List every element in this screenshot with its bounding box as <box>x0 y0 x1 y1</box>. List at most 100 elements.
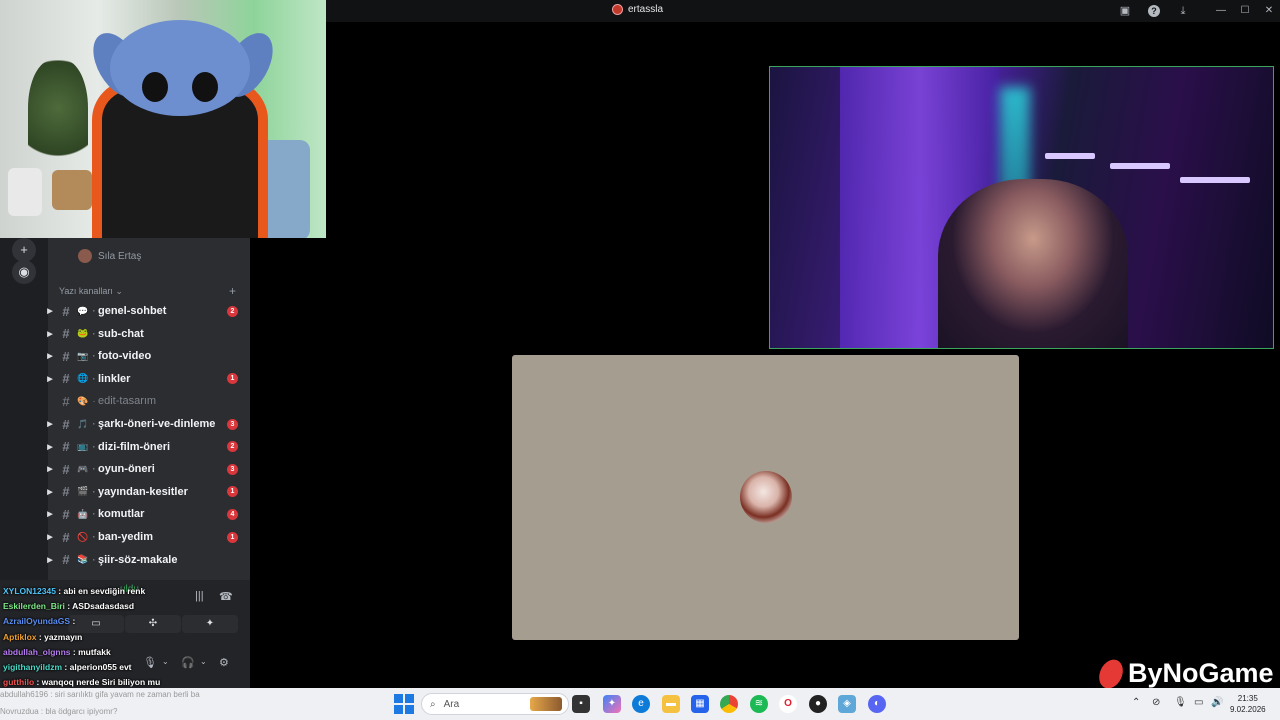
sidebar-channel[interactable]: ▶ # 📺 · dizi-film-öneri 2 <box>44 437 244 457</box>
separator: · <box>92 373 96 384</box>
separator: : <box>62 662 70 672</box>
noise-suppression-icon[interactable]: ||| <box>195 590 204 602</box>
separator: · <box>92 396 96 407</box>
activity-button[interactable]: ✣ <box>125 615 181 633</box>
sidebar-channel[interactable]: ▶ # 🎬 · yayından-kesitler 1 <box>44 482 244 502</box>
chat-text: alperion055 evt <box>69 662 132 672</box>
channel-emoji-icon: 📷 <box>77 350 89 361</box>
participant-video-tile[interactable] <box>769 66 1274 349</box>
unread-badge: 1 <box>227 531 238 543</box>
microphone-icon[interactable]: 🎙 <box>143 656 157 669</box>
channel-name: edit-tasarım <box>98 395 157 408</box>
chrome-icon[interactable] <box>720 695 738 713</box>
expand-arrow-icon[interactable]: ▶ <box>44 352 56 360</box>
file-explorer-icon[interactable]: ▬ <box>662 695 680 713</box>
sidebar-channel[interactable]: # 🎨 · edit-tasarım <box>44 391 244 411</box>
volume-icon[interactable]: 🔊 <box>1211 697 1223 708</box>
discover-icon[interactable]: ◉ <box>12 260 36 284</box>
download-icon[interactable]: ⤓ <box>1175 3 1191 19</box>
display-icon[interactable]: ▭ <box>1194 697 1203 708</box>
camera-button[interactable]: ▭ <box>68 615 124 633</box>
chat-username: XYLON12345 <box>3 586 56 596</box>
channel-name: şiir-söz-makale <box>98 553 178 566</box>
channel-emoji-icon: 🐸 <box>77 328 89 339</box>
expand-arrow-icon[interactable]: ▶ <box>44 488 56 496</box>
headphones-icon[interactable]: 🎧 <box>181 656 195 669</box>
sidebar-channel[interactable]: ▶ # 🤖 · komutlar 4 <box>44 504 244 524</box>
microphone-tray-icon[interactable]: 🎙 <box>1174 697 1187 708</box>
chevron-up-icon[interactable]: ⌃ <box>1132 697 1140 708</box>
sidebar-channel[interactable]: ▶ # 💬 · genel-sohbet 2 <box>44 301 244 321</box>
sidebar-channel[interactable]: ▶ # 📚 · şiir-söz-makale <box>44 550 244 570</box>
channel-name: yayından-kesitler <box>98 485 188 498</box>
app-icon[interactable]: ◈ <box>838 695 856 713</box>
server-list: + ◉ <box>0 238 48 588</box>
discord-icon[interactable]: ◐ <box>868 695 886 713</box>
expand-arrow-icon[interactable]: ▶ <box>44 307 56 315</box>
category-header[interactable]: Yazı kanalları ⌄ <box>59 286 123 297</box>
search-icon: ⌕ <box>430 698 436 710</box>
add-server-icon[interactable]: + <box>12 238 36 262</box>
edge-icon[interactable]: e <box>632 695 650 713</box>
soundboard-button[interactable]: ✦ <box>182 615 238 633</box>
expand-arrow-icon[interactable]: ▶ <box>44 443 56 451</box>
minimize-button[interactable]: — <box>1211 2 1231 20</box>
close-button[interactable]: ✕ <box>1259 2 1279 20</box>
plush-toy <box>110 20 250 116</box>
separator: : <box>70 646 79 657</box>
expand-arrow-icon[interactable]: ▶ <box>44 556 56 564</box>
task-view-icon[interactable]: ▪ <box>572 695 590 713</box>
channel-emoji-icon: 🎮 <box>77 463 89 474</box>
chevron-down-icon[interactable]: ⌄ <box>200 657 207 666</box>
expand-arrow-icon[interactable]: ▶ <box>44 533 56 541</box>
channel-name: foto-video <box>98 350 152 363</box>
avatar <box>78 249 92 263</box>
separator: · <box>92 351 96 362</box>
gear-icon[interactable]: ⚙ <box>219 656 229 669</box>
channel-emoji-icon: 🚫 <box>77 531 89 542</box>
opera-icon[interactable]: O <box>779 695 797 713</box>
network-icon[interactable]: ⊘ <box>1152 697 1160 708</box>
chat-username: AzrailOyundaGS <box>3 616 71 627</box>
chevron-down-icon[interactable]: ⌄ <box>162 657 169 666</box>
chat-message: XYLON12345 : abi en sevdiğin renk <box>3 586 145 596</box>
sidebar-channel[interactable]: ▶ # 🎵 · şarkı-öneri-ve-dinleme 3 <box>44 414 244 434</box>
expand-arrow-icon[interactable]: ▶ <box>44 510 56 518</box>
disconnect-icon[interactable]: ☎ <box>219 590 233 603</box>
sidebar-channel[interactable]: ▶ # 🐸 · sub-chat <box>44 324 244 344</box>
create-channel-icon[interactable]: + <box>229 284 236 298</box>
chat-username: Aptiklox <box>3 631 37 642</box>
start-button[interactable] <box>394 694 414 714</box>
maximize-button[interactable]: ☐ <box>1235 2 1255 20</box>
separator: · <box>92 554 96 565</box>
hash-icon: # <box>62 326 70 342</box>
copilot-icon[interactable]: ✦ <box>603 695 621 713</box>
chat-username: gutthilo <box>3 677 35 688</box>
store-icon[interactable]: ▦ <box>691 695 709 713</box>
expand-arrow-icon[interactable]: ▶ <box>44 375 56 383</box>
screen-share-icon[interactable]: ▣ <box>1117 3 1133 19</box>
voice-user-row[interactable]: Sıla Ertaş <box>78 249 141 263</box>
help-icon[interactable]: ? <box>1148 5 1160 17</box>
hash-icon: # <box>62 348 70 364</box>
channel-name: komutlar <box>98 508 145 521</box>
expand-arrow-icon[interactable]: ▶ <box>44 330 56 338</box>
sidebar-channel[interactable]: ▶ # 📷 · foto-video <box>44 346 244 366</box>
hash-icon: # <box>62 416 70 432</box>
chat-overflow-line-2: Novruzdua : bla ödgarcı ipiyomr? <box>0 707 118 716</box>
obs-icon[interactable]: ● <box>809 695 827 713</box>
expand-arrow-icon[interactable]: ▶ <box>44 420 56 428</box>
sidebar-channel[interactable]: ▶ # 🌐 · linkler 1 <box>44 369 244 389</box>
system-clock[interactable]: 21:35 9.02.2026 <box>1230 693 1266 715</box>
sidebar-channel[interactable]: ▶ # 🎮 · oyun-öneri 3 <box>44 459 244 479</box>
hash-icon: # <box>62 439 70 455</box>
hash-icon: # <box>62 461 70 477</box>
unread-badge: 3 <box>227 418 238 430</box>
separator: · <box>92 419 96 429</box>
chat-message: Eskilerden_Biri : ASDsadasdasd <box>3 601 134 611</box>
separator: · <box>92 306 96 316</box>
spotify-icon[interactable]: ≋ <box>750 695 768 713</box>
expand-arrow-icon[interactable]: ▶ <box>44 465 56 473</box>
sidebar-channel[interactable]: ▶ # 🚫 · ban-yedim 1 <box>44 527 244 547</box>
avatar <box>740 471 792 523</box>
